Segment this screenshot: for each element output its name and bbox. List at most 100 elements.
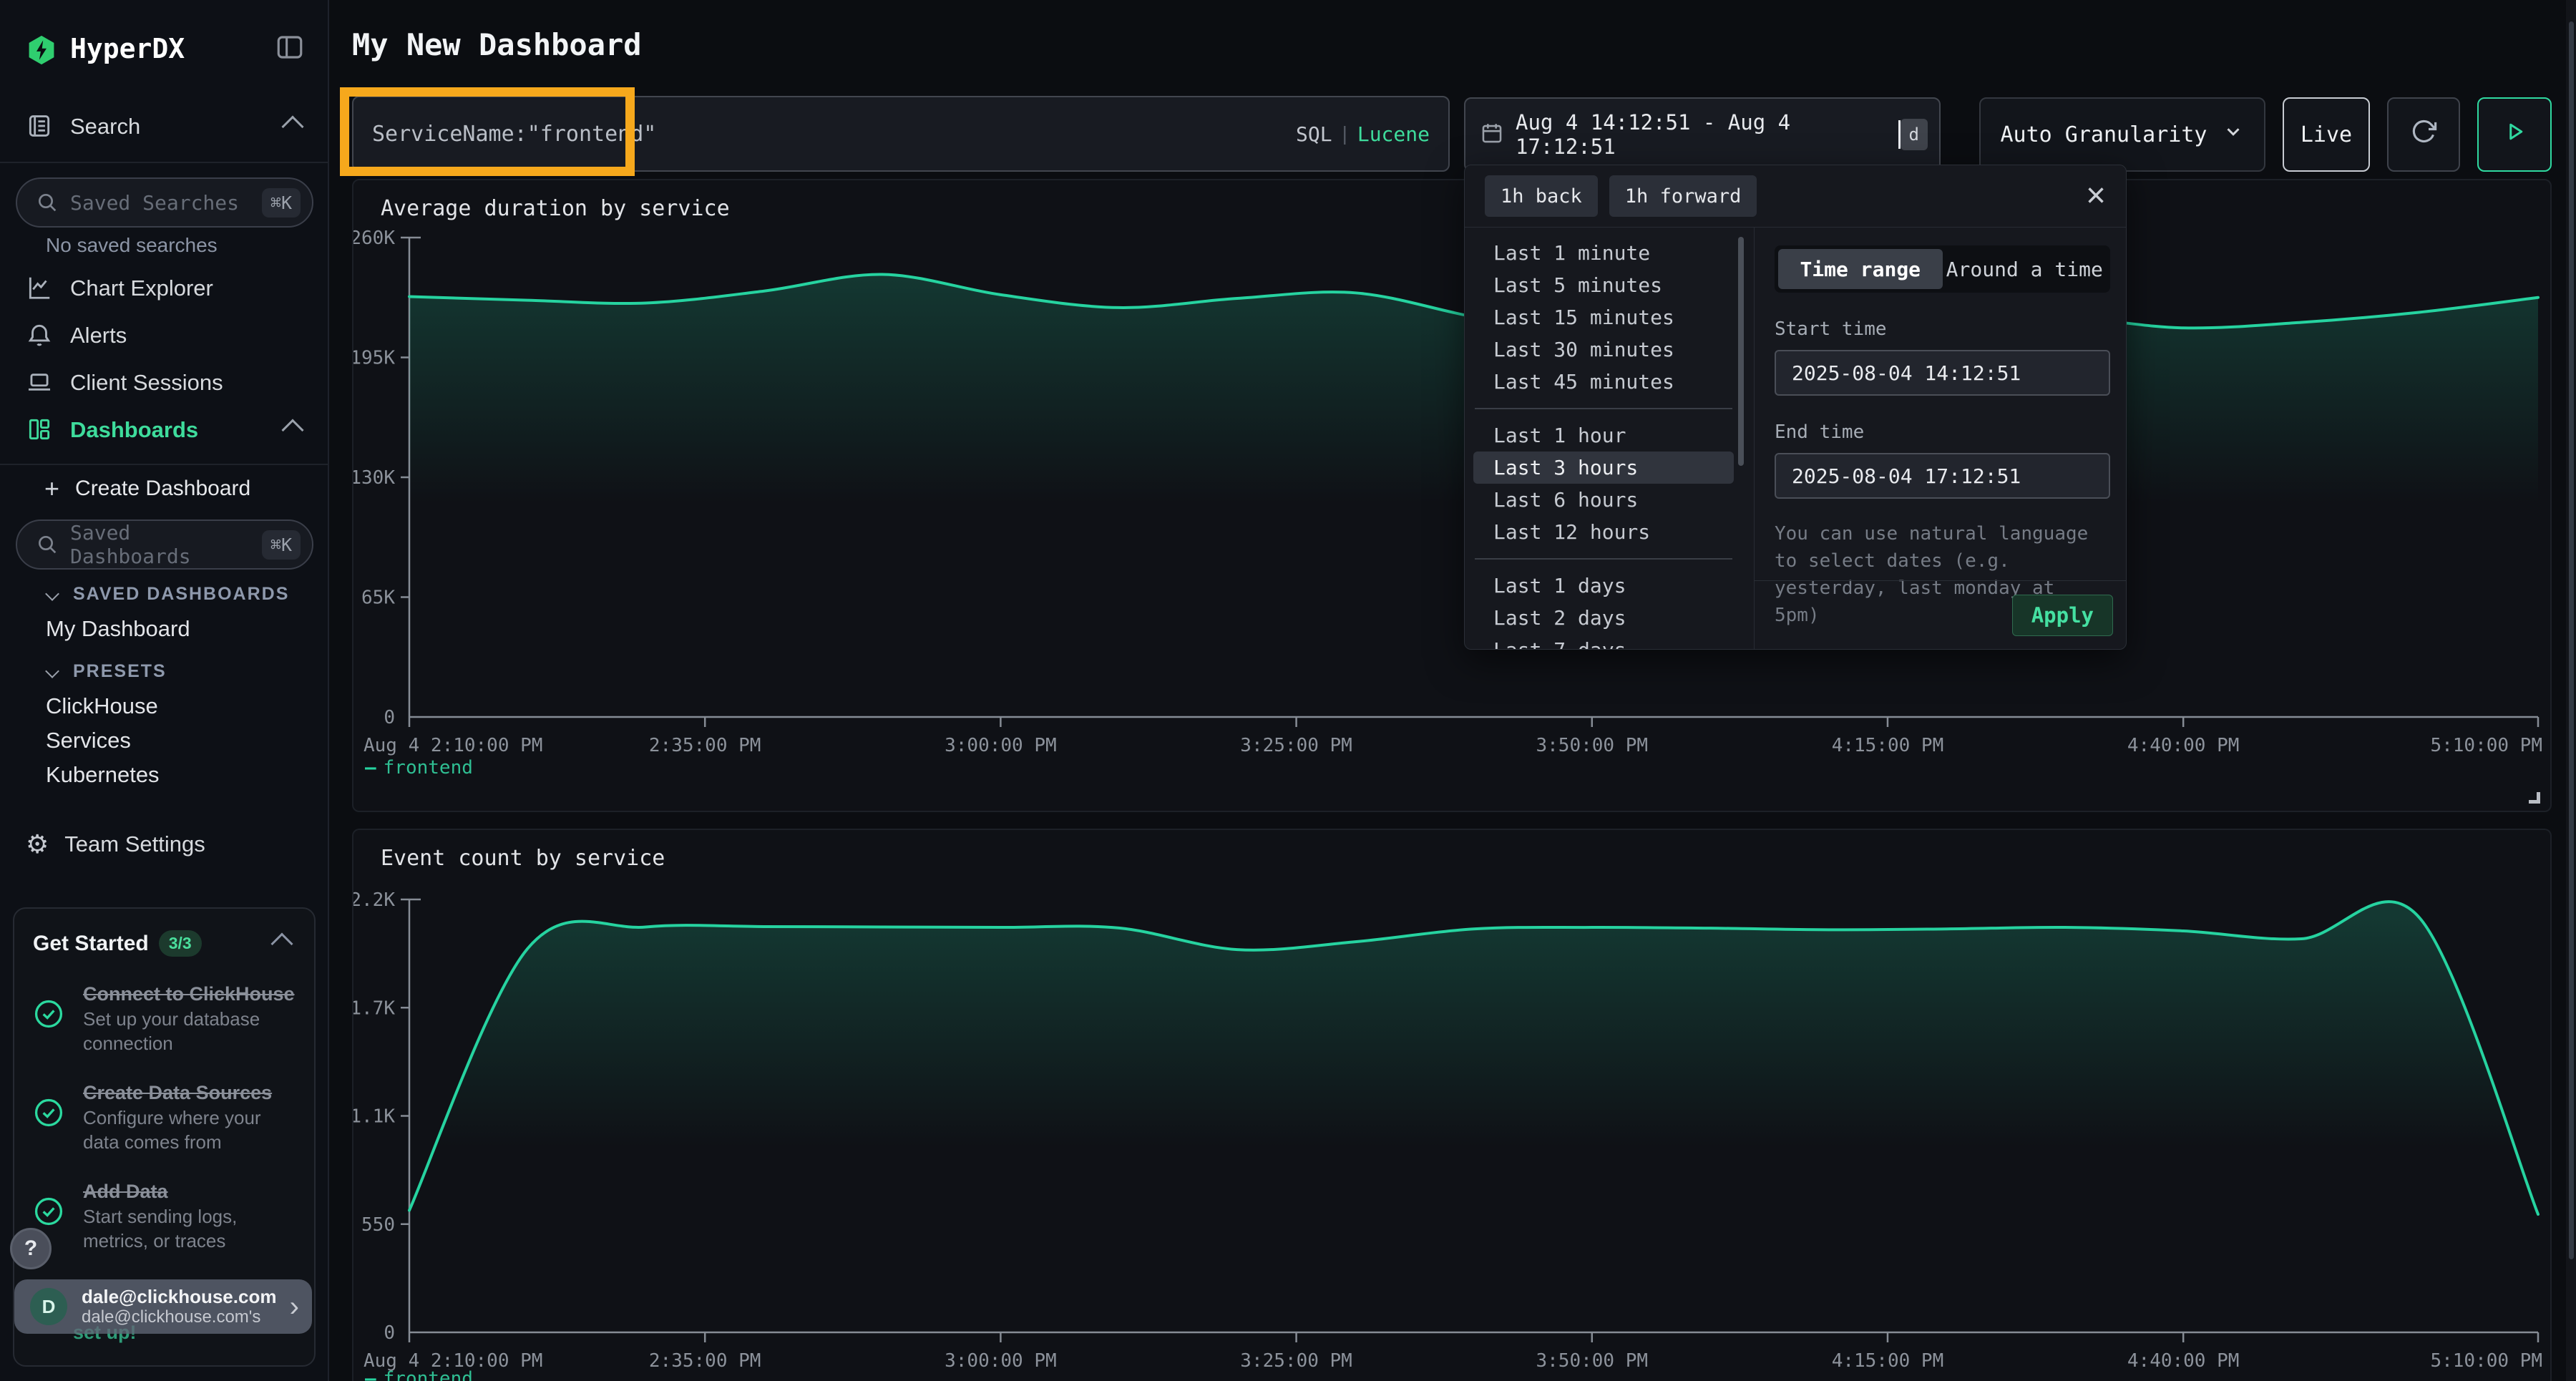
start-time-field[interactable]: 2025-08-04 14:12:51 (1775, 350, 2110, 396)
sidebar-item-label: Search (70, 114, 140, 140)
refresh-button[interactable] (2387, 97, 2460, 172)
brand-name: HyperDX (70, 33, 185, 64)
svg-text:0: 0 (384, 707, 395, 728)
chevron-down-icon (45, 664, 59, 678)
range-mode-tabs: Time range Around a time (1775, 245, 2110, 293)
chart-title: Average duration by service (381, 196, 730, 221)
time-range-option[interactable]: Last 5 minutes (1473, 269, 1734, 301)
question-mark-icon: ? (24, 1236, 37, 1261)
gear-icon: ⚙ (26, 829, 49, 859)
svg-text:2.2K: 2.2K (353, 889, 395, 911)
kbd-hint-d: d (1901, 119, 1928, 150)
time-range-option[interactable]: Last 1 hour (1473, 419, 1734, 452)
time-range-option[interactable]: Last 6 hours (1473, 484, 1734, 516)
time-range-option[interactable]: Last 1 minute (1473, 237, 1734, 269)
saved-dashboards-input[interactable]: Saved Dashboards ⌘K (16, 519, 313, 570)
divider (1475, 558, 1732, 560)
end-time-label: End time (1775, 421, 2110, 443)
line-chart-avg-duration[interactable]: 065K130K195K260KAug 4 2:10:00 PM2:35:00 … (353, 180, 2550, 811)
checklist-item-add-data[interactable]: Add Data Start sending logs, metrics, or… (33, 1179, 296, 1253)
sidebar-item-services[interactable]: Services (0, 724, 329, 757)
checklist-item-datasources[interactable]: Create Data Sources Configure where your… (33, 1080, 296, 1154)
run-query-button[interactable] (2477, 97, 2552, 172)
saved-searches-placeholder: Saved Searches (70, 191, 262, 215)
chevron-up-icon[interactable] (270, 932, 293, 955)
chart-legend[interactable]: — frontend (365, 1368, 473, 1381)
hyperdx-logo-icon (26, 34, 54, 63)
tab-time-range[interactable]: Time range (1778, 249, 1943, 289)
app-root: HyperDX Search (0, 0, 2576, 1381)
svg-text:3:00:00 PM: 3:00:00 PM (945, 735, 1057, 756)
panel-resize-handle[interactable] (2529, 792, 2540, 804)
user-team: dale@clickhouse.com's (82, 1307, 260, 1327)
svg-text:195K: 195K (353, 348, 395, 369)
section-presets[interactable]: PRESETS (0, 655, 329, 687)
svg-text:130K: 130K (353, 467, 395, 489)
sidebar-item-kubernetes[interactable]: Kubernetes (0, 758, 329, 791)
svg-text:3:00:00 PM: 3:00:00 PM (945, 1350, 1057, 1372)
shift-back-button[interactable]: 1h back (1485, 175, 1598, 217)
create-dashboard-button[interactable]: + Create Dashboard (0, 469, 329, 508)
start-time-label: Start time (1775, 318, 2110, 340)
sidebar-collapse-icon[interactable] (275, 32, 305, 66)
sidebar-item-dashboards[interactable]: Dashboards (0, 408, 329, 452)
time-range-option[interactable]: Last 2 days (1473, 602, 1734, 634)
close-icon[interactable]: × (2086, 182, 2106, 210)
checklist-item-connect[interactable]: Connect to ClickHouse Set up your databa… (33, 981, 296, 1055)
legend-swatch: — (365, 1368, 376, 1381)
sidebar-item-alerts[interactable]: Alerts (0, 313, 329, 358)
time-picker-header: 1h back 1h forward × (1465, 165, 2126, 227)
sidebar-item-clickhouse[interactable]: ClickHouse (0, 690, 329, 723)
chevron-right-icon: › (290, 1291, 299, 1323)
search-page-icon (26, 112, 54, 141)
play-icon (2502, 119, 2527, 150)
brand-row: HyperDX (0, 26, 329, 72)
search-icon (36, 191, 59, 214)
chart-legend[interactable]: — frontend (365, 757, 473, 779)
svg-text:3:50:00 PM: 3:50:00 PM (1536, 735, 1649, 756)
saved-searches-input[interactable]: Saved Searches ⌘K (16, 177, 313, 228)
time-range-option[interactable]: Last 12 hours (1473, 516, 1734, 548)
time-range-option[interactable]: Last 30 minutes (1473, 333, 1734, 366)
tab-around-a-time[interactable]: Around a time (1943, 249, 2107, 289)
time-picker-footer: Apply (1754, 580, 2127, 649)
time-range-option[interactable]: Last 45 minutes (1473, 366, 1734, 398)
user-email: dale@clickhouse.com (82, 1286, 276, 1307)
apply-button[interactable]: Apply (2012, 595, 2113, 636)
scrollbar-thumb[interactable] (1738, 237, 1744, 466)
svg-text:3:25:00 PM: 3:25:00 PM (1240, 1350, 1352, 1372)
time-range-option[interactable]: Last 7 days (1473, 634, 1734, 650)
time-range-value: Aug 4 14:12:51 - Aug 4 17:12:51 (1516, 110, 1897, 159)
sidebar-item-my-dashboard[interactable]: My Dashboard (0, 613, 329, 645)
annotation-highlight-box (340, 87, 635, 176)
line-chart-event-count[interactable]: 05501.1K1.7K2.2KAug 4 2:10:00 PM2:35:00 … (353, 830, 2550, 1380)
sql-mode-toggle[interactable]: SQL (1296, 122, 1332, 146)
check-circle-icon (33, 1097, 64, 1154)
end-time-field[interactable]: 2025-08-04 17:12:51 (1775, 453, 2110, 499)
svg-text:0: 0 (384, 1322, 395, 1344)
page-scrollbar[interactable] (2566, 0, 2576, 1381)
time-range-option[interactable]: Last 1 days (1473, 570, 1734, 602)
shift-forward-button[interactable]: 1h forward (1609, 175, 1757, 217)
sidebar-item-chart-explorer[interactable]: Chart Explorer (0, 266, 329, 311)
time-range-option[interactable]: Last 15 minutes (1473, 301, 1734, 333)
user-account-chip[interactable]: D dale@clickhouse.com dale@clickhouse.co… (14, 1279, 312, 1334)
chevron-up-icon (281, 419, 303, 441)
help-button[interactable]: ? (10, 1228, 52, 1269)
sidebar: HyperDX Search (0, 0, 329, 1381)
live-button[interactable]: Live (2283, 97, 2370, 172)
svg-text:550: 550 (361, 1214, 395, 1236)
sidebar-item-team-settings[interactable]: ⚙ Team Settings (0, 823, 329, 866)
chart-explorer-icon (26, 274, 54, 303)
granularity-dropdown[interactable]: Auto Granularity (1979, 97, 2265, 172)
time-range-input[interactable]: Aug 4 14:12:51 - Aug 4 17:12:51 d (1464, 97, 1941, 172)
sidebar-item-client-sessions[interactable]: Client Sessions (0, 361, 329, 405)
time-range-option[interactable]: Last 3 hours (1473, 452, 1734, 484)
chevron-down-icon (45, 587, 59, 601)
svg-text:2:35:00 PM: 2:35:00 PM (649, 735, 761, 756)
lucene-mode-toggle[interactable]: Lucene (1357, 122, 1430, 146)
section-saved-dashboards[interactable]: SAVED DASHBOARDS (0, 578, 329, 610)
sidebar-item-search[interactable]: Search (0, 104, 329, 149)
scrollbar-thumb[interactable] (2569, 21, 2574, 1259)
page-title: My New Dashboard (352, 27, 642, 62)
